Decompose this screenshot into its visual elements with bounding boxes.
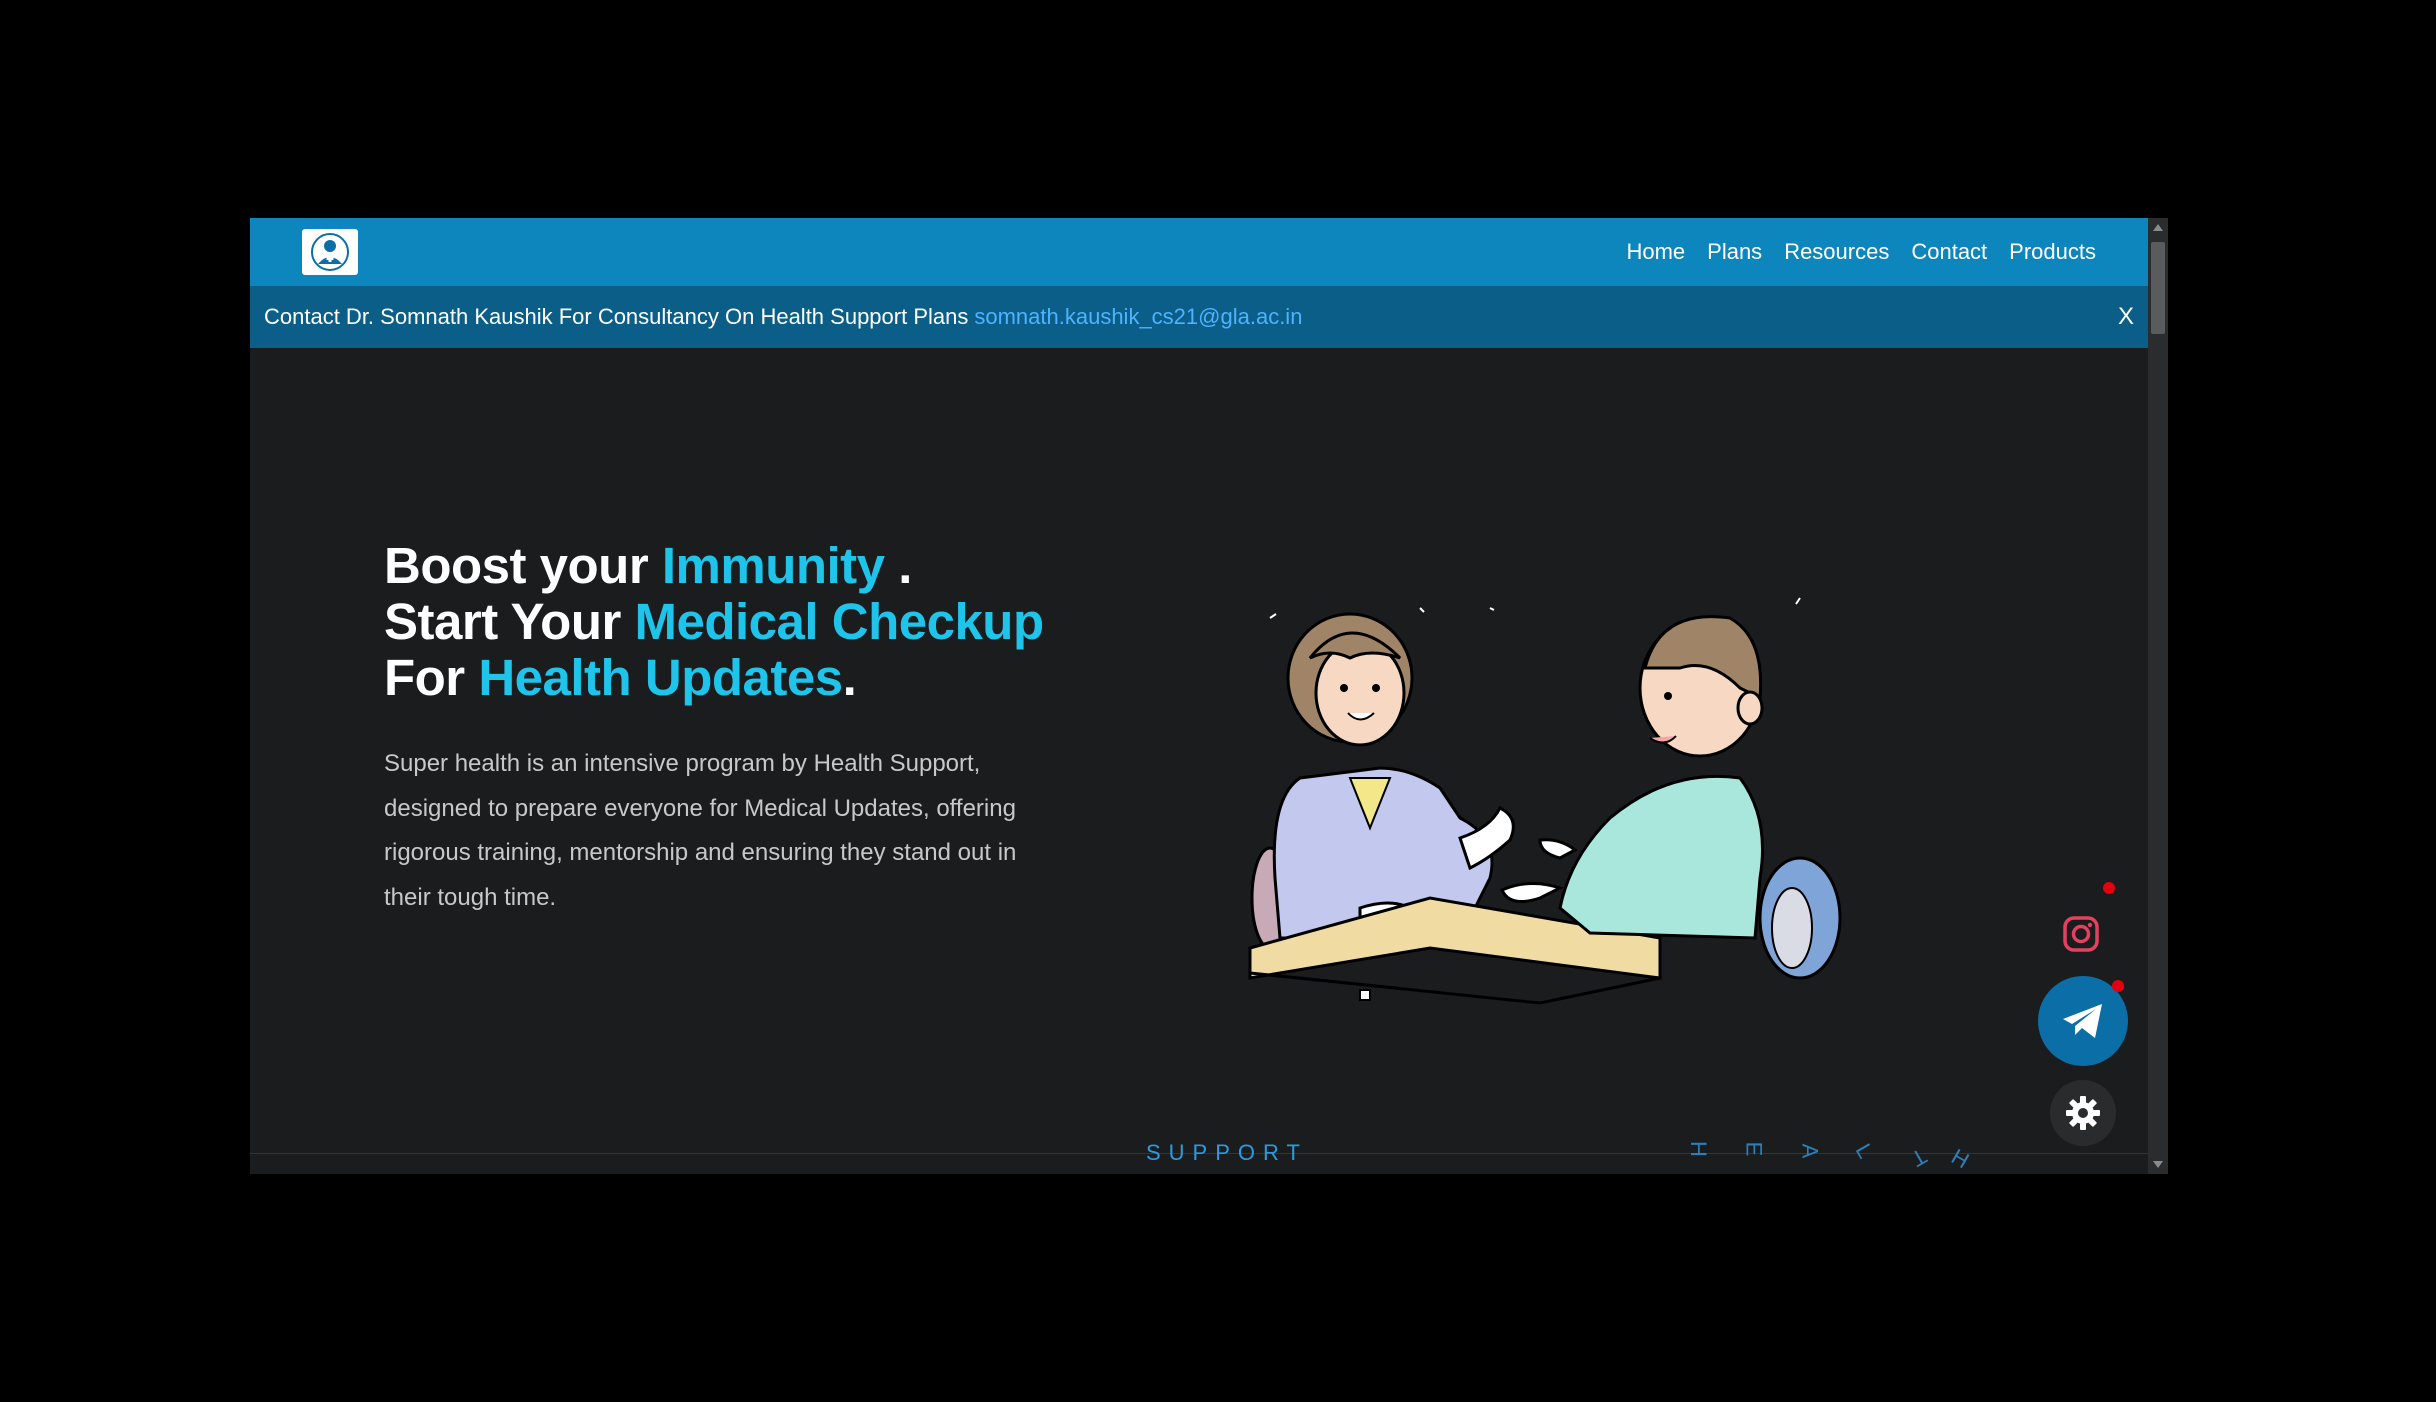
scroll-down-arrow-icon[interactable] [2153,1161,2163,1168]
hero-title: Boost your Immunity . Start Your Medical… [384,538,1044,706]
scroll-thumb[interactable] [2151,242,2165,334]
healthy-letter: H [1947,1143,1974,1174]
doctor-avatar-icon [311,233,349,271]
browser-viewport: Home Plans Resources Contact Products Co… [250,218,2168,1174]
hero-immunity-highlight: Immunity [661,537,885,594]
theme-toggle-button[interactable] [2050,1080,2116,1146]
hero-health-updates-highlight: Health Updates [478,649,843,706]
hero-line3-end: . [842,649,857,706]
hero-line1-end: . [884,537,912,594]
hero-medical-checkup-highlight: Medical Checkup [634,593,1045,650]
top-navbar: Home Plans Resources Contact Products [250,218,2148,286]
hero-line1-text: Boost your [384,537,662,594]
doctor-consultation-illustration [1248,597,1842,1005]
healthy-letter: H [1685,1141,1711,1157]
healthy-animated-letters: H E A L T H [1686,1130,1990,1174]
nav-links: Home Plans Resources Contact Products [1626,218,2096,286]
support-animated-text: SUPPORT [1146,1140,1308,1165]
nav-products-link[interactable]: Products [2009,239,2096,265]
gear-icon [2066,1096,2100,1130]
healthy-letter: E [1741,1141,1767,1157]
announcement-email-link[interactable]: somnath.kaushik_cs21@gla.ac.in [974,304,1302,330]
nav-resources-link[interactable]: Resources [1784,239,1889,265]
instagram-notification-dot [2103,882,2115,894]
telegram-icon [2063,1004,2102,1038]
hero-description: Super health is an intensive program by … [384,750,1017,911]
telegram-notification-dot [2112,980,2124,992]
instagram-icon [2063,916,2099,952]
instagram-button[interactable] [2045,898,2117,970]
healthy-letter: T [1906,1143,1932,1172]
hero-line2-text: Start Your [384,593,635,650]
announcement-bar: Contact Dr. Somnath Kaushik For Consulta… [250,286,2148,348]
site-logo[interactable] [302,229,358,275]
announcement-text: Contact Dr. Somnath Kaushik For Consulta… [264,304,969,329]
nav-plans-link[interactable]: Plans [1707,239,1762,265]
hero-line3-text: For [384,649,479,706]
healthy-letter: A [1797,1143,1823,1159]
announcement-close-button[interactable]: X [2118,303,2134,331]
healthy-letter: L [1850,1139,1879,1163]
scroll-up-arrow-icon[interactable] [2153,224,2163,231]
page-scrollbar[interactable] [2148,218,2168,1174]
nav-home-link[interactable]: Home [1626,239,1685,265]
nav-contact-link[interactable]: Contact [1911,239,1987,265]
